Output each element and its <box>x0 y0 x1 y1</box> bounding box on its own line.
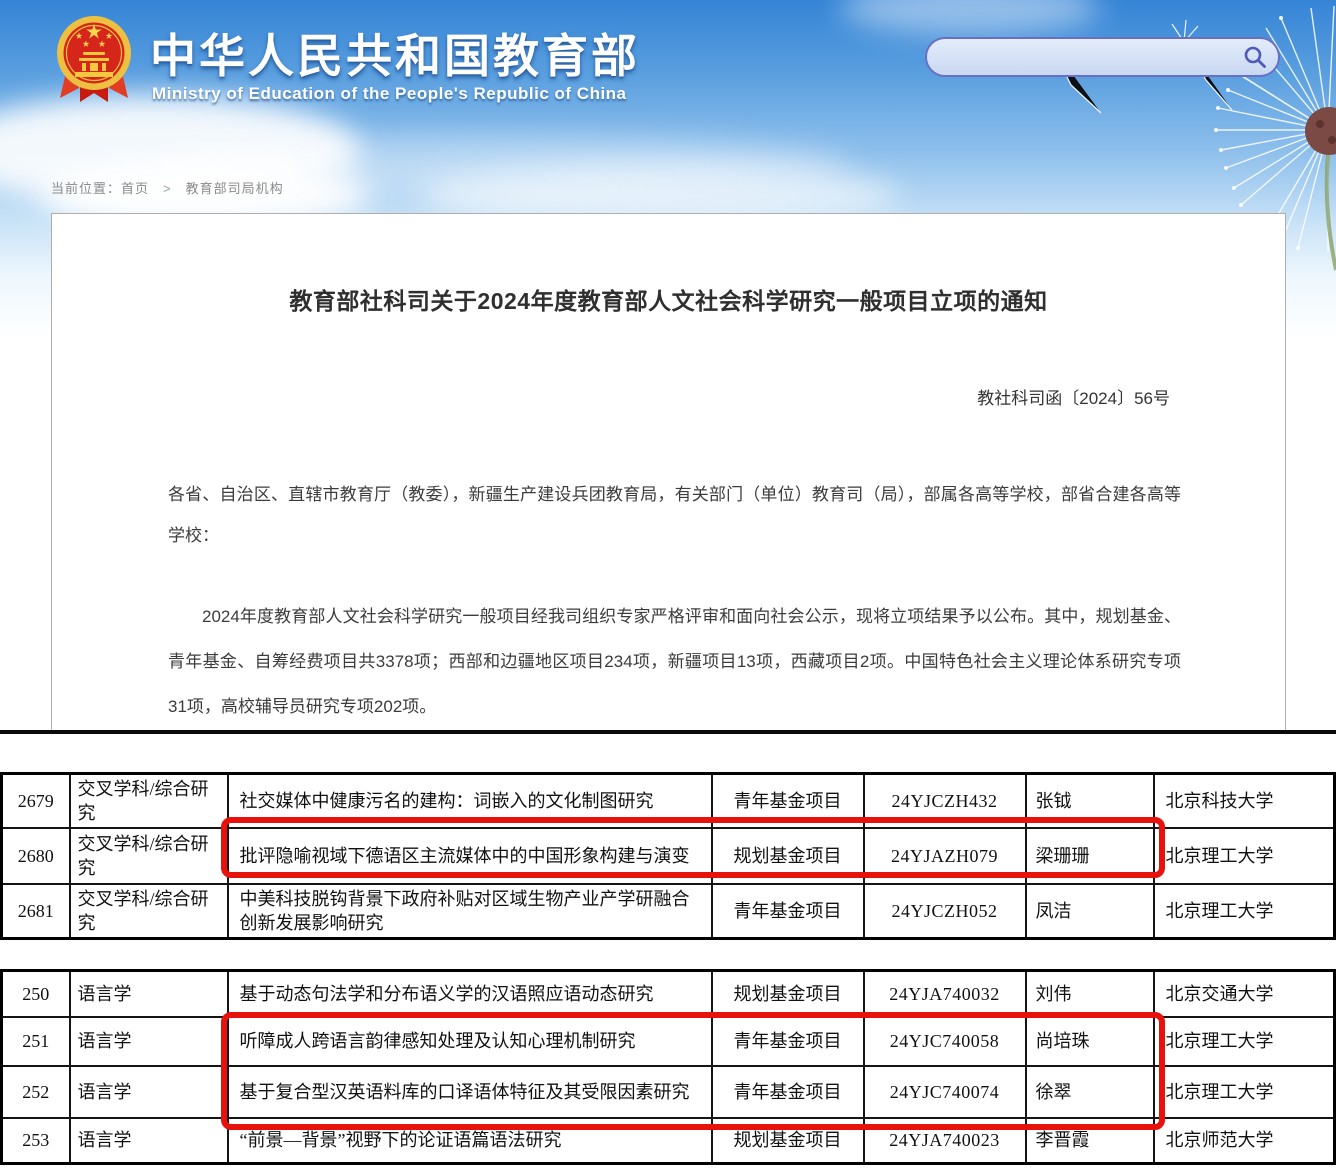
cell-discipline: 语言学 <box>70 1017 228 1066</box>
cell-serial: 2681 <box>2 884 70 939</box>
cell-discipline: 交叉学科/综合研究 <box>70 828 228 884</box>
cell-discipline: 交叉学科/综合研究 <box>70 774 228 829</box>
cell-project-title: 中美科技脱钩背景下政府补贴对区域生物产业产学研融合创新发展影响研究 <box>228 884 712 939</box>
breadcrumb-current-link[interactable]: 教育部司局机构 <box>186 181 284 196</box>
search-bar[interactable] <box>925 37 1280 77</box>
site-subtitle: Ministry of Education of the People's Re… <box>152 84 627 104</box>
cell-university: 北京师范大学 <box>1154 1118 1335 1164</box>
cell-serial: 253 <box>2 1118 70 1164</box>
cell-fund-type: 规划基金项目 <box>712 971 864 1017</box>
cell-discipline: 交叉学科/综合研究 <box>70 884 228 939</box>
cell-university: 北京理工大学 <box>1154 884 1335 939</box>
cell-university: 北京交通大学 <box>1154 971 1335 1017</box>
cell-project-code: 24YJCZH052 <box>864 884 1026 939</box>
national-emblem-logo <box>53 12 135 107</box>
cell-university: 北京科技大学 <box>1154 774 1335 829</box>
cell-pi-name: 凤洁 <box>1026 884 1154 939</box>
section-divider <box>0 730 1336 734</box>
document-title: 教育部社科司关于2024年度教育部人文社会科学研究一般项目立项的通知 <box>52 282 1285 316</box>
search-input[interactable] <box>943 41 1237 75</box>
cell-serial: 251 <box>2 1017 70 1066</box>
cell-university: 北京理工大学 <box>1154 828 1335 884</box>
highlight-box-rows-251-252 <box>221 1012 1165 1130</box>
document-salutation: 各省、自治区、直辖市教育厅（教委），新疆生产建设兵团教育局，有关部门（单位）教育… <box>168 474 1181 556</box>
notice-document-panel: 教育部社科司关于2024年度教育部人文社会科学研究一般项目立项的通知 教社科司函… <box>51 213 1286 730</box>
cell-serial: 2679 <box>2 774 70 829</box>
cell-pi-name: 刘伟 <box>1026 971 1154 1017</box>
cell-discipline: 语言学 <box>70 1066 228 1118</box>
table-row: 250 语言学 基于动态句法学和分布语义学的汉语照应语动态研究 规划基金项目 2… <box>2 971 1335 1017</box>
cell-serial: 2680 <box>2 828 70 884</box>
search-icon[interactable] <box>1242 44 1268 70</box>
cell-fund-type: 青年基金项目 <box>712 884 864 939</box>
cell-discipline: 语言学 <box>70 971 228 1017</box>
cell-serial: 252 <box>2 1066 70 1118</box>
site-title: 中华人民共和国教育部 <box>150 20 850 86</box>
cell-discipline: 语言学 <box>70 1118 228 1164</box>
document-body-paragraph: 2024年度教育部人文社会科学研究一般项目经我司组织专家严格评审和面向社会公示，… <box>168 594 1181 729</box>
cell-university: 北京理工大学 <box>1154 1017 1335 1066</box>
cloud-decoration <box>840 0 1100 35</box>
breadcrumb-separator: > <box>163 181 172 196</box>
breadcrumb-home-link[interactable]: 首页 <box>121 181 149 196</box>
cell-project-title: 基于动态句法学和分布语义学的汉语照应语动态研究 <box>228 971 712 1017</box>
breadcrumb-label: 当前位置： <box>51 181 121 196</box>
document-number: 教社科司函〔2024〕56号 <box>977 384 1170 409</box>
table-row: 2681 交叉学科/综合研究 中美科技脱钩背景下政府补贴对区域生物产业产学研融合… <box>2 884 1335 939</box>
cell-serial: 250 <box>2 971 70 1017</box>
highlight-box-row-2680 <box>221 817 1165 878</box>
cell-university: 北京理工大学 <box>1154 1066 1335 1118</box>
breadcrumb: 当前位置：首页 > 教育部司局机构 <box>51 178 284 197</box>
cell-project-code: 24YJA740032 <box>864 971 1026 1017</box>
